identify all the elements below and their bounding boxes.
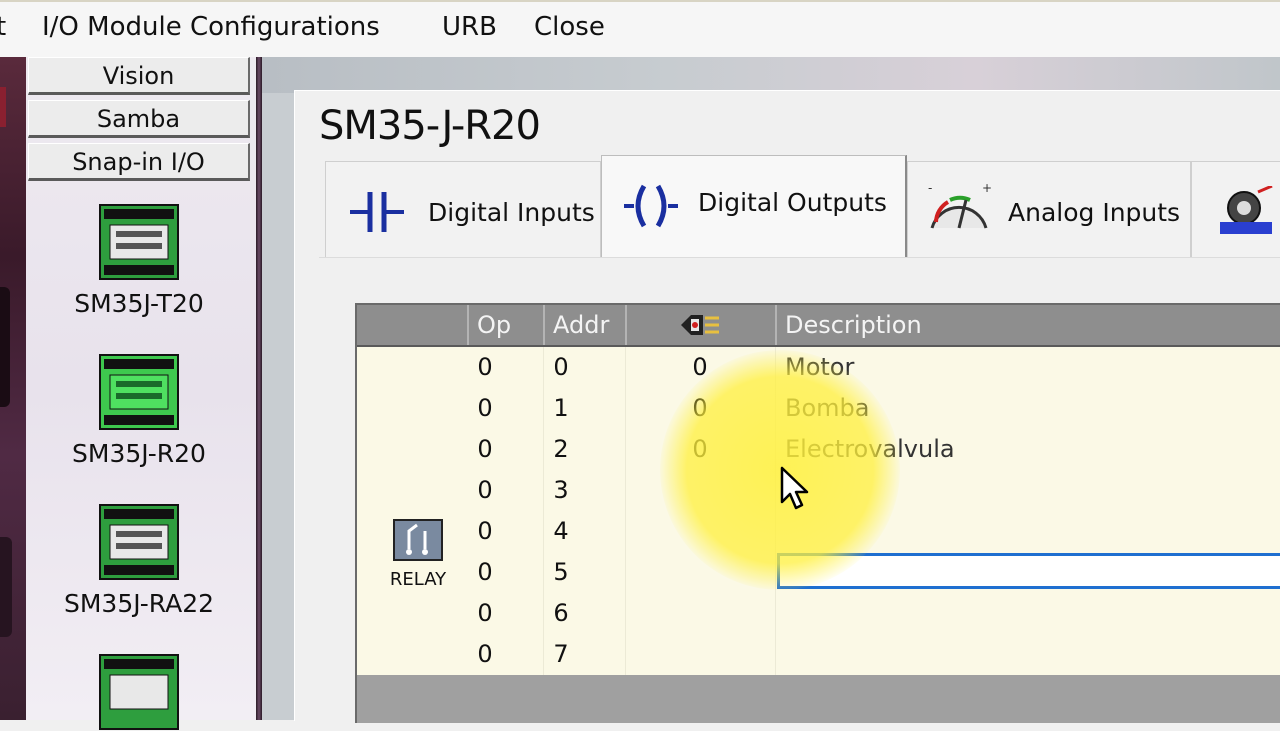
description-cell[interactable]: [785, 511, 1265, 552]
addr-cell: 2: [553, 435, 569, 463]
addr-cell: 7: [553, 640, 569, 668]
io-module-icon: [99, 654, 179, 730]
module-label: SM35J-R20: [72, 439, 206, 468]
addr-cell: 6: [553, 599, 569, 627]
description-edit-field[interactable]: [777, 553, 1280, 589]
io-module-icon: [99, 354, 179, 430]
svg-text:-: -: [928, 182, 932, 195]
coil-icon: [624, 184, 678, 228]
relay-icon: [393, 519, 443, 561]
column-header-state[interactable]: [625, 305, 775, 345]
op-cell[interactable]: 0: [467, 552, 503, 593]
table-row[interactable]: 0 4: [357, 511, 1280, 552]
column-header-description[interactable]: Description: [775, 305, 1280, 345]
table-row[interactable]: 0 1 0 Bomba: [357, 388, 1280, 429]
tab-analog-inputs[interactable]: - + Analog Inputs: [907, 161, 1191, 257]
op-cell[interactable]: 0: [467, 470, 503, 511]
state-cell: 0: [692, 435, 708, 463]
io-module-icon: [99, 504, 179, 580]
io-grid: Op Addr Description 0 0 0 Motor 0 1 0 Bo…: [355, 303, 1280, 723]
config-icon: [1220, 186, 1273, 234]
addr-cell: 4: [553, 517, 569, 545]
menu-item-close[interactable]: Close: [534, 12, 605, 42]
menu-item-partial[interactable]: t: [0, 12, 6, 42]
state-cell: 0: [692, 394, 708, 422]
description-cell[interactable]: [785, 593, 1265, 634]
description-cell[interactable]: Electrovalvula: [785, 429, 1265, 470]
tab-digital-inputs[interactable]: Digital Inputs: [325, 161, 601, 257]
menu-bar: t I/O Module Configurations URB Close: [0, 0, 1280, 59]
tab-label: Analog Inputs: [1008, 198, 1181, 227]
relay-type-indicator: RELAY: [389, 519, 447, 590]
addr-cell: 1: [553, 394, 569, 422]
op-cell[interactable]: 0: [467, 347, 503, 388]
palette-button-snap-in-io[interactable]: Snap-in I/O: [28, 143, 250, 181]
addr-cell: 0: [553, 353, 569, 381]
column-header-addr[interactable]: Addr: [543, 305, 625, 345]
tab-label: Digital Inputs: [428, 198, 595, 227]
grid-header: Op Addr Description: [357, 305, 1280, 347]
output-state-icon: [681, 315, 719, 335]
module-next[interactable]: [26, 653, 252, 731]
op-cell[interactable]: 0: [467, 593, 503, 634]
addr-cell: 3: [553, 476, 569, 504]
palette-button-vision[interactable]: Vision: [28, 57, 250, 95]
column-header-op[interactable]: Op: [467, 305, 543, 345]
io-module-icon: [99, 204, 179, 280]
menu-item-io-module-configurations[interactable]: I/O Module Configurations: [42, 12, 380, 42]
description-cell[interactable]: [785, 470, 1265, 511]
menu-item-urb[interactable]: URB: [442, 12, 497, 42]
op-cell[interactable]: 0: [467, 634, 503, 675]
table-row[interactable]: 0 3: [357, 470, 1280, 511]
grid-body: 0 0 0 Motor 0 1 0 Bomba 0 2 0 Electroval…: [357, 347, 1280, 675]
contact-icon: [350, 192, 404, 232]
module-sm35j-ra22[interactable]: SM35J-RA22: [26, 503, 252, 618]
table-row[interactable]: 0 6: [357, 593, 1280, 634]
module-sm35j-t20[interactable]: SM35J-T20: [26, 203, 252, 318]
op-cell[interactable]: 0: [467, 388, 503, 429]
gauge-icon: - +: [928, 182, 992, 229]
left-strip: [0, 57, 26, 720]
addr-cell: 5: [553, 558, 569, 586]
module-sm35j-r20[interactable]: SM35J-R20: [26, 353, 252, 468]
op-cell[interactable]: 0: [467, 511, 503, 552]
description-cell[interactable]: Bomba: [785, 388, 1265, 429]
relay-label: RELAY: [389, 569, 447, 590]
table-row[interactable]: 0 7: [357, 634, 1280, 675]
tab-configuration[interactable]: [1191, 161, 1280, 257]
palette-button-samba[interactable]: Samba: [28, 100, 250, 138]
module-label: SM35J-T20: [74, 289, 204, 318]
state-cell: 0: [692, 353, 708, 381]
grid-footer: [357, 675, 1280, 723]
description-cell[interactable]: [785, 634, 1265, 675]
dialog-title: SM35-J-R20: [319, 103, 541, 149]
tab-digital-outputs[interactable]: Digital Outputs: [601, 155, 907, 257]
description-cell[interactable]: Motor: [785, 347, 1265, 388]
module-label: SM35J-RA22: [63, 589, 215, 618]
table-row[interactable]: 0 2 0 Electrovalvula: [357, 429, 1280, 470]
tab-label: Digital Outputs: [698, 188, 887, 217]
op-cell[interactable]: 0: [467, 429, 503, 470]
svg-text:+: +: [982, 182, 992, 195]
io-config-dialog: SM35-J-R20 Digital Inputs Digital Output…: [294, 90, 1280, 723]
module-palette: Vision Samba Snap-in I/O SM35J-T20 SM35J…: [26, 57, 256, 730]
table-row[interactable]: 0 0 0 Motor: [357, 347, 1280, 388]
